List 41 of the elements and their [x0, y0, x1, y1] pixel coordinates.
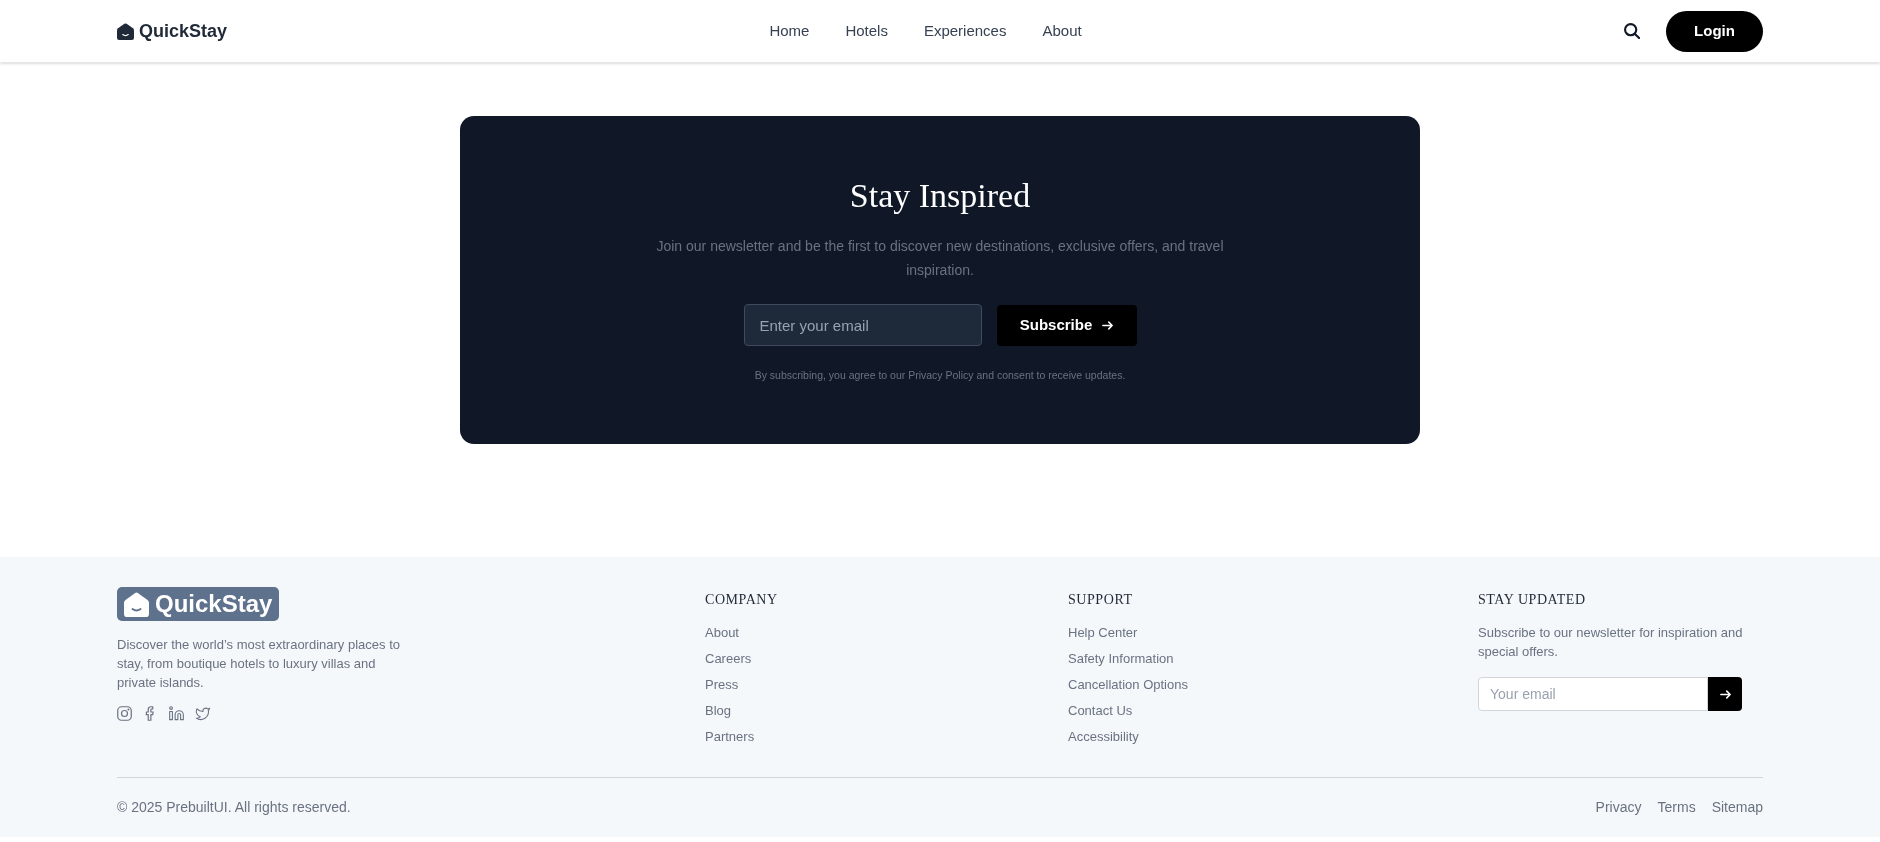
legal-link[interactable]: Sitemap: [1711, 797, 1763, 818]
stay-updated-text: Subscribe to our newsletter for inspiration and special offers.: [1478, 624, 1744, 661]
arrow-right-icon: [1719, 689, 1731, 699]
footer-link[interactable]: Help Center: [1068, 624, 1138, 642]
newsletter-description: Join our newsletter and be the first to discover new destinations, exclusive offers, and travel inspiration.: [655, 237, 1225, 280]
nav-link[interactable]: Experiences: [923, 19, 1007, 43]
linkedin-icon[interactable]: [169, 706, 184, 721]
footer-link[interactable]: Contact Us: [1068, 702, 1133, 720]
search-icon[interactable]: [1624, 23, 1640, 39]
footer-link[interactable]: Cancellation Options: [1068, 676, 1188, 694]
arrow-right-icon: [1102, 320, 1114, 330]
footer-link[interactable]: About: [705, 624, 739, 642]
twitter-icon[interactable]: [195, 706, 211, 721]
subscribe-button[interactable]: Subscribe: [996, 304, 1137, 346]
nav-link[interactable]: About: [1042, 19, 1082, 43]
footer-link[interactable]: Careers: [705, 650, 752, 668]
footer-link[interactable]: Press: [705, 676, 739, 694]
legal-link[interactable]: Privacy: [1595, 797, 1642, 818]
legal-link[interactable]: Terms: [1657, 797, 1696, 818]
login-button[interactable]: Login: [1666, 10, 1763, 52]
house-logo-icon: [117, 22, 134, 40]
newsletter-title: Stay Inspired: [849, 176, 1031, 216]
footer-subscribe-button[interactable]: [1708, 677, 1742, 711]
newsletter-disclaimer: By subscribing, you agree to our Privacy Policy and consent to receive updates.: [754, 368, 1126, 383]
nav-link[interactable]: Hotels: [845, 19, 888, 43]
email-input[interactable]: Enter your email: [743, 304, 982, 346]
house-logo-icon: [124, 591, 149, 617]
footer-link[interactable]: Safety Information: [1068, 650, 1174, 668]
footer-email-input[interactable]: Your email: [1478, 677, 1708, 711]
column-heading: SUPPORT: [1068, 591, 1134, 609]
nav-link[interactable]: Home: [769, 19, 810, 43]
footer-description: Discover the world’s most extraordinary places to stay, from boutique hotels to luxury villas and private islands.: [117, 636, 401, 692]
footer-link[interactable]: Blog: [705, 702, 732, 720]
footer-logo-link[interactable]: QuickStay: [117, 587, 280, 621]
instagram-icon[interactable]: [117, 706, 132, 721]
copyright-text: © 2025 PrebuiltUI. All rights reserved.: [117, 798, 351, 817]
column-heading: STAY UPDATED: [1478, 591, 1587, 609]
logo-link[interactable]: QuickStay: [117, 17, 228, 45]
column-heading: COMPANY: [705, 591, 779, 609]
footer-link[interactable]: Accessibility: [1068, 728, 1139, 746]
footer-link[interactable]: Partners: [705, 728, 755, 746]
